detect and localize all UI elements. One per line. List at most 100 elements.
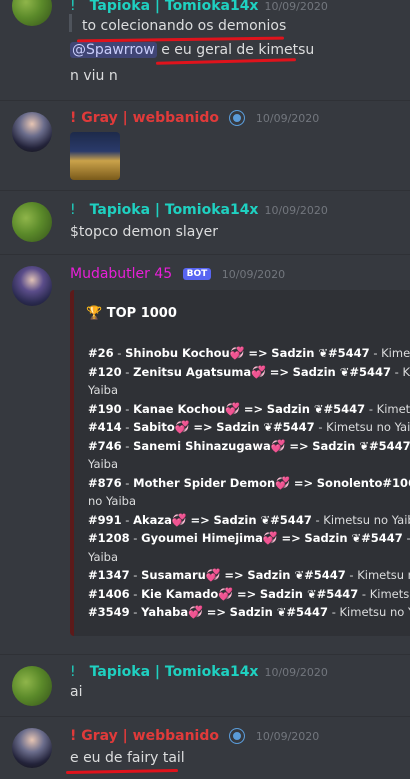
row-owner: Sadzin ❦#5447 (292, 364, 392, 379)
row-rank: #26 (88, 346, 114, 360)
username-prefix: ! (70, 202, 76, 218)
heart-icon: 💞 (218, 586, 234, 601)
user-mention[interactable]: @Spawrrow (70, 42, 157, 58)
row-tail: - Kim (394, 364, 410, 379)
row-tail: - K (403, 531, 410, 545)
row-character: Gyoumei Himejima (141, 531, 263, 545)
row-rank: #991 (88, 512, 122, 527)
message-text: e eu de fairy tail (70, 750, 185, 766)
trophy-icon: 🏆 (86, 306, 103, 321)
row-owner: Sadzin ❦#5447 (266, 401, 366, 416)
username-prefix: ! (70, 664, 76, 680)
leaderboard-row: #746 - Sanemi Shinazugawa💞 => Sadzin ❦#5… (88, 438, 410, 453)
row-tail: - Kimetsu no Yaib (311, 512, 410, 527)
heart-icon: 💞 (270, 438, 286, 453)
avatar[interactable] (12, 112, 52, 152)
heart-icon: 💞 (251, 364, 267, 379)
row-wrap-text: Yaiba (88, 383, 119, 397)
timestamp: 10/09/2020 (264, 666, 328, 679)
leaderboard-row: #414 - Sabito💞 => Sadzin ❦#5447 - Kimets… (88, 420, 410, 434)
leaderboard-row-wrap: Yaiba (88, 550, 118, 564)
message-header: ! Tapioka | Tomioka14x 10/09/2020 (70, 0, 328, 14)
message-text: ai (70, 684, 83, 700)
heart-icon: 💞 (188, 605, 204, 619)
row-rank: #3549 (88, 605, 130, 619)
row-arrow: => (248, 346, 268, 360)
username[interactable]: ! Gray | webbanido (70, 728, 219, 744)
avatar[interactable] (12, 728, 52, 768)
row-arrow: => (224, 568, 244, 582)
row-rank: #1347 (88, 568, 130, 582)
message-header: ! Tapioka | Tomioka14x 10/09/2020 (70, 202, 328, 218)
leaderboard-row: #1208 - Gyoumei Himejima💞 => Sadzin ❦#54… (88, 531, 410, 545)
row-arrow: => (289, 438, 309, 453)
row-owner: Sadzin ❦#5447 (312, 438, 410, 453)
attached-image[interactable] (70, 132, 120, 180)
row-tail: - Kimetsu (361, 586, 410, 601)
leaderboard-embed: 🏆 TOP 1000 #26 - Shinobu Kochou💞 => Sadz… (70, 290, 410, 636)
leaderboard-row-wrap: no Yaiba (88, 494, 136, 508)
heart-icon: 💞 (275, 475, 291, 490)
username[interactable]: Tapioka | Tomioka14x (90, 202, 259, 218)
row-tail: - Kimetsu no Yaib (314, 420, 410, 434)
row-character: Sanemi Shinazugawa (133, 438, 271, 453)
username[interactable]: Tapioka | Tomioka14x (90, 664, 259, 680)
avatar[interactable] (12, 266, 52, 306)
row-tail: - Kimetsu (368, 401, 410, 416)
avatar[interactable] (12, 202, 52, 242)
username[interactable]: ! Gray | webbanido (70, 110, 219, 126)
leaderboard-row: #120 - Zenitsu Agatsuma💞 => Sadzin ❦#544… (88, 365, 410, 379)
leaderboard-row: #1406 - Kie Kamado💞 => Sadzin ❦#5447 - K… (88, 587, 410, 601)
row-owner: Sadzin ❦#5447 (259, 586, 359, 601)
embed-title: 🏆 TOP 1000 (86, 306, 177, 321)
timestamp: 10/09/2020 (221, 268, 286, 281)
message-1: ! Tapioka | Tomioka14x 10/09/2020 to colec… (0, 0, 410, 100)
timestamp: 10/09/2020 (255, 730, 320, 743)
message-text: $topco demon slayer (70, 224, 219, 240)
leaderboard-row-wrap: Yaiba (88, 457, 118, 471)
username[interactable]: Tapioka | Tomioka14x (90, 0, 259, 14)
timestamp: 10/09/2020 (264, 204, 328, 217)
message-5: ! Tapioka | Tomioka14x 10/09/2020 ai (0, 654, 410, 714)
heart-icon: 💞 (171, 512, 187, 527)
message-text: @Spawrrow e eu geral de kimetsu (70, 42, 315, 58)
message-6: ! Gray | webbanido 10/09/2020 e eu de fa… (0, 716, 410, 779)
bot-tag: BOT (182, 268, 212, 280)
row-arrow: => (269, 364, 289, 379)
row-owner: Sadzin ❦#5447 (247, 568, 346, 582)
row-arrow: => (193, 420, 213, 434)
row-owner: Sadzin ❦#5447 (271, 346, 370, 360)
row-character: Sabito (133, 420, 175, 434)
row-rank: #120 (88, 364, 122, 379)
avatar[interactable] (12, 0, 52, 26)
row-rank: #414 (88, 420, 122, 434)
row-owner: Sadzin ❦#5447 (216, 420, 315, 434)
row-arrow: => (190, 512, 210, 527)
row-arrow: => (236, 586, 257, 601)
message-header: ! Tapioka | Tomioka14x 10/09/2020 (70, 664, 328, 680)
heart-icon: 💞 (262, 531, 278, 545)
leaderboard-row: #190 - Kanae Kochou💞 => Sadzin ❦#5447 - … (88, 402, 410, 416)
row-rank: #1208 (88, 531, 130, 545)
row-tail: - Kimetsu no Y (328, 605, 410, 619)
row-rank: #190 (88, 401, 122, 416)
row-character: Shinobu Kochou (125, 346, 230, 360)
username[interactable]: Mudabutler 45 (70, 266, 172, 282)
avatar[interactable] (12, 666, 52, 706)
row-rank: #876 (88, 475, 122, 490)
username-prefix: ! (70, 0, 76, 14)
row-arrow: => (206, 605, 226, 619)
verified-badge-icon (229, 728, 246, 744)
row-character: Kie Kamado (141, 586, 219, 601)
leaderboard-row: #26 - Shinobu Kochou💞 => Sadzin ❦#5447 -… (88, 346, 410, 360)
heart-icon: 💞 (174, 420, 190, 434)
annotation-underline (65, 769, 179, 774)
message-text: n viu n (70, 68, 118, 84)
heart-icon: 💞 (225, 401, 241, 416)
message-text: to colecionando os demonios (82, 18, 287, 34)
row-character: Akaza (133, 512, 172, 527)
row-wrap-text: Yaiba (88, 549, 119, 564)
annotation-underline (155, 58, 297, 65)
row-rank: #746 (88, 438, 122, 453)
verified-badge-icon (229, 110, 246, 126)
